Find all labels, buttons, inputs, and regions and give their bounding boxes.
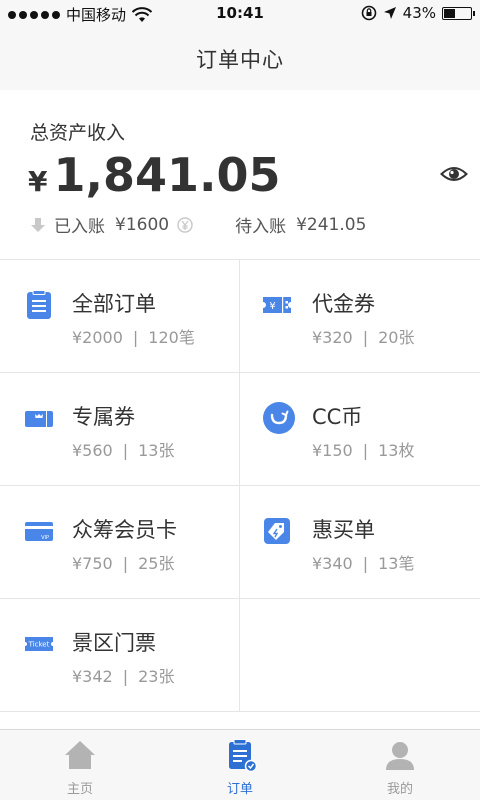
- grid-item-count: 13张: [138, 441, 175, 460]
- pending-label: 待入账: [235, 217, 287, 237]
- location-arrow-icon: [383, 7, 396, 19]
- grid-empty-cell: [240, 599, 480, 712]
- grid-item-title: 惠买单: [312, 518, 375, 542]
- ticket-icon: Ticket: [25, 637, 53, 651]
- grid-item-exclusive-coupons[interactable]: 专属券 ¥560 | 13张: [0, 373, 240, 486]
- grid-item-amount: ¥320: [312, 328, 353, 347]
- grid-item-meta: ¥342 | 23张: [72, 663, 174, 687]
- grid-item-title: 代金券: [312, 292, 375, 316]
- separator: |: [122, 441, 129, 460]
- grid-item-meta: ¥750 | 25张: [72, 550, 174, 574]
- battery-icon: [442, 6, 475, 20]
- battery-fill: [444, 8, 456, 18]
- tab-orders[interactable]: 订单: [160, 730, 320, 800]
- grid-item-meta: ¥560 | 13张: [72, 437, 174, 461]
- grid-item-count: 13枚: [378, 441, 415, 460]
- tab-label: 订单: [226, 782, 253, 797]
- grid-item-title: 专属券: [72, 405, 135, 429]
- grid-item-count: 20张: [378, 328, 415, 347]
- grid-item-amount: ¥750: [72, 554, 113, 573]
- rotation-lock-icon: [361, 5, 376, 21]
- clipboard-icon: [27, 290, 51, 319]
- grid-item-amount: ¥150: [312, 441, 353, 460]
- discount-tag-icon: [264, 518, 290, 544]
- tab-label: 我的: [386, 782, 413, 797]
- grid-item-amount: ¥560: [72, 441, 113, 460]
- separator: |: [132, 328, 139, 347]
- grid-item-meta: ¥320 | 20张: [312, 324, 414, 348]
- tab-label: 主页: [66, 782, 93, 797]
- grid-item-count: 13笔: [378, 554, 415, 573]
- separator: |: [362, 554, 369, 573]
- grid-item-amount: ¥340: [312, 554, 353, 573]
- grid-item-cc-coins[interactable]: CC币 ¥150 | 13枚: [240, 373, 480, 486]
- home-icon: [65, 741, 95, 769]
- grid-item-vip-card[interactable]: VIP 众筹会员卡 ¥750 | 25张: [0, 486, 240, 599]
- tab-bar: 主页 订单 我的: [0, 729, 480, 800]
- grid-item-discount-pay[interactable]: 惠买单 ¥340 | 13笔: [240, 486, 480, 599]
- profile-icon: [386, 742, 414, 770]
- separator: |: [122, 554, 129, 573]
- grid-item-title: 景区门票: [72, 631, 156, 655]
- down-arrow-icon: [31, 217, 45, 232]
- yuan-coin-icon: [177, 216, 193, 233]
- grid-item-title: CC币: [312, 405, 363, 429]
- eye-icon[interactable]: [440, 164, 468, 184]
- pending-value: ¥241.05: [296, 214, 367, 235]
- exclusive-coupon-icon: [25, 411, 53, 427]
- vip-card-icon: VIP: [25, 522, 53, 541]
- grid-item-meta: ¥340 | 13笔: [312, 550, 414, 574]
- nav-bar: 订单中心: [0, 28, 480, 90]
- order-category-grid: 全部订单 ¥2000 | 120笔 ¥ 代金券 ¥320 | 20张 专属券 ¥560 |…: [0, 260, 480, 714]
- separator: |: [122, 667, 129, 686]
- received-label: 已入账: [54, 217, 105, 237]
- currency-symbol: ¥: [28, 165, 48, 198]
- grid-item-amount: ¥342: [72, 667, 113, 686]
- grid-item-meta: ¥2000 | 120笔: [72, 324, 195, 348]
- separator: |: [362, 328, 369, 347]
- income-breakdown: 已入账 ¥1600 待入账 ¥241.05: [30, 212, 374, 237]
- received-value: ¥1600: [115, 214, 170, 235]
- separator: |: [362, 441, 369, 460]
- battery-percent: 43%: [402, 4, 436, 22]
- grid-item-title: 全部订单: [72, 292, 156, 316]
- total-amount: 1,841.05: [53, 148, 281, 202]
- grid-item-title: 众筹会员卡: [72, 518, 177, 542]
- grid-item-count: 25张: [138, 554, 175, 573]
- grid-item-all-orders[interactable]: 全部订单 ¥2000 | 120笔: [0, 260, 240, 373]
- svg-text:¥: ¥: [269, 301, 275, 312]
- grid-item-meta: ¥150 | 13枚: [312, 437, 414, 461]
- svg-text:Ticket: Ticket: [28, 641, 50, 649]
- grid-item-scenic-tickets[interactable]: Ticket 景区门票 ¥342 | 23张: [0, 599, 240, 712]
- grid-item-count: 120笔: [148, 328, 195, 347]
- grid-item-count: 23张: [138, 667, 175, 686]
- tab-profile[interactable]: 我的: [320, 730, 480, 800]
- page-title: 订单中心: [196, 48, 284, 72]
- status-right: 43%: [361, 4, 475, 22]
- grid-item-amount: ¥2000: [72, 328, 123, 347]
- status-bar: 中国移动 10:41 43%: [0, 0, 480, 28]
- grid-item-vouchers[interactable]: ¥ 代金券 ¥320 | 20张: [240, 260, 480, 373]
- total-assets-label: 总资产收入: [30, 122, 126, 144]
- total-amount-row: ¥ 1,841.05: [28, 148, 280, 202]
- voucher-icon: ¥: [263, 297, 291, 313]
- svg-text:VIP: VIP: [41, 535, 49, 541]
- assets-summary: 总资产收入 ¥ 1,841.05 已入账 ¥1600 待入账 ¥241.05: [0, 90, 480, 260]
- tab-home[interactable]: 主页: [0, 730, 160, 800]
- cc-coin-icon: [263, 402, 295, 434]
- order-icon: [229, 739, 257, 772]
